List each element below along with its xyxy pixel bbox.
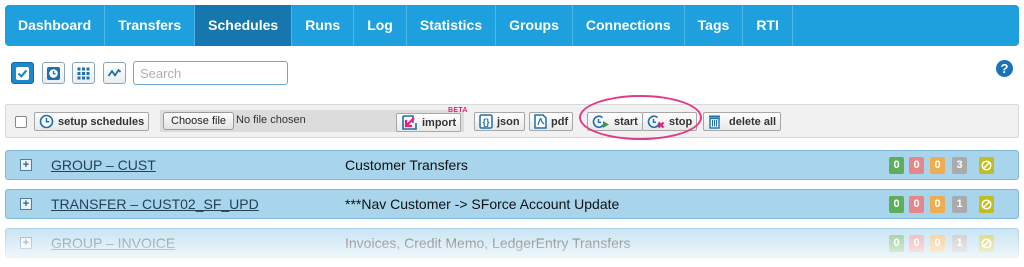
- pdf-label: pdf: [551, 115, 569, 128]
- help-icon[interactable]: ?: [996, 60, 1013, 77]
- start-label: start: [614, 115, 638, 128]
- disabled-icon[interactable]: [979, 157, 994, 174]
- count-badge-warning: 0: [930, 196, 945, 213]
- trash-icon: [709, 115, 720, 129]
- stop-button[interactable]: stop: [642, 112, 698, 131]
- row-description: ***Nav Customer -> SForce Account Update: [345, 196, 620, 212]
- import-button[interactable]: import: [396, 113, 462, 132]
- json-file-icon: {}: [479, 114, 493, 129]
- import-icon: [402, 115, 417, 130]
- count-badge-success: 0: [889, 235, 904, 252]
- start-clock-icon: [592, 114, 609, 128]
- setup-schedules-label: setup schedules: [58, 115, 145, 128]
- svg-text:{}: {}: [482, 117, 490, 127]
- clock-view-button[interactable]: [42, 62, 65, 84]
- stop-clock-icon: [647, 114, 665, 128]
- start-button[interactable]: start: [587, 112, 643, 131]
- nav-rti[interactable]: RTI: [743, 5, 793, 46]
- row-name-link[interactable]: GROUP – INVOICE: [51, 235, 175, 251]
- row-name-link[interactable]: TRANSFER – CUST02_SF_UPD: [51, 196, 259, 212]
- json-label: json: [497, 115, 520, 128]
- table-row: + GROUP – CUST Customer Transfers 0 0 0 …: [5, 150, 1019, 180]
- disabled-icon[interactable]: [979, 235, 994, 252]
- row-name-link[interactable]: GROUP – CUST: [51, 157, 156, 173]
- delete-all-button[interactable]: delete all: [703, 112, 782, 131]
- table-row: + GROUP – INVOICE Invoices, Credit Memo,…: [5, 228, 1019, 258]
- setup-schedules-button[interactable]: setup schedules: [34, 112, 150, 131]
- nav-runs[interactable]: Runs: [292, 5, 355, 46]
- count-badge-total: 1: [952, 235, 967, 252]
- nav-schedules[interactable]: Schedules: [195, 5, 293, 46]
- count-badge-success: 0: [889, 196, 904, 213]
- delete-all-label: delete all: [729, 115, 777, 128]
- action-bar: setup schedules Choose file No file chos…: [5, 104, 1019, 138]
- count-badge-total: 3: [952, 157, 967, 174]
- clock-view-icon: [47, 66, 60, 80]
- main-nav: Dashboard Transfers Schedules Runs Log S…: [5, 5, 1019, 46]
- json-button[interactable]: {} json: [474, 112, 525, 131]
- nav-tags[interactable]: Tags: [685, 5, 744, 46]
- nav-dashboard[interactable]: Dashboard: [5, 5, 106, 46]
- row-description: Invoices, Credit Memo, LedgerEntry Trans…: [345, 235, 631, 251]
- count-badge-total: 1: [952, 196, 967, 213]
- stop-label: stop: [669, 115, 693, 128]
- search-input[interactable]: [133, 61, 288, 85]
- nav-transfers[interactable]: Transfers: [105, 5, 196, 46]
- table-row: + TRANSFER – CUST02_SF_UPD ***Nav Custom…: [5, 189, 1019, 219]
- select-all-checkbox[interactable]: [15, 116, 27, 128]
- count-badge-warning: 0: [930, 235, 945, 252]
- activity-view-icon: [107, 68, 122, 77]
- nav-connections[interactable]: Connections: [573, 5, 685, 46]
- row-description: Customer Transfers: [345, 157, 468, 173]
- expand-icon[interactable]: +: [20, 198, 32, 210]
- checklist-view-icon: [16, 66, 29, 80]
- grid-view-icon: [77, 67, 90, 79]
- nav-log[interactable]: Log: [354, 5, 407, 46]
- count-badge-error: 0: [909, 235, 924, 252]
- expand-icon[interactable]: +: [20, 237, 32, 249]
- nav-statistics[interactable]: Statistics: [407, 5, 497, 46]
- import-label: import: [422, 116, 457, 129]
- count-badge-warning: 0: [930, 157, 945, 174]
- activity-view-button[interactable]: [103, 62, 126, 84]
- count-badge-success: 0: [889, 157, 904, 174]
- checklist-view-button[interactable]: [11, 62, 34, 84]
- choose-file-button[interactable]: Choose file: [163, 112, 235, 130]
- count-badge-error: 0: [909, 196, 924, 213]
- pdf-file-icon: [534, 114, 547, 129]
- pdf-button[interactable]: pdf: [529, 112, 574, 131]
- no-file-label: No file chosen: [236, 114, 306, 126]
- expand-icon[interactable]: +: [20, 159, 32, 171]
- nav-groups[interactable]: Groups: [496, 5, 573, 46]
- clock-icon: [39, 114, 54, 129]
- count-badge-error: 0: [909, 157, 924, 174]
- grid-view-button[interactable]: [72, 62, 95, 84]
- disabled-icon[interactable]: [979, 196, 994, 213]
